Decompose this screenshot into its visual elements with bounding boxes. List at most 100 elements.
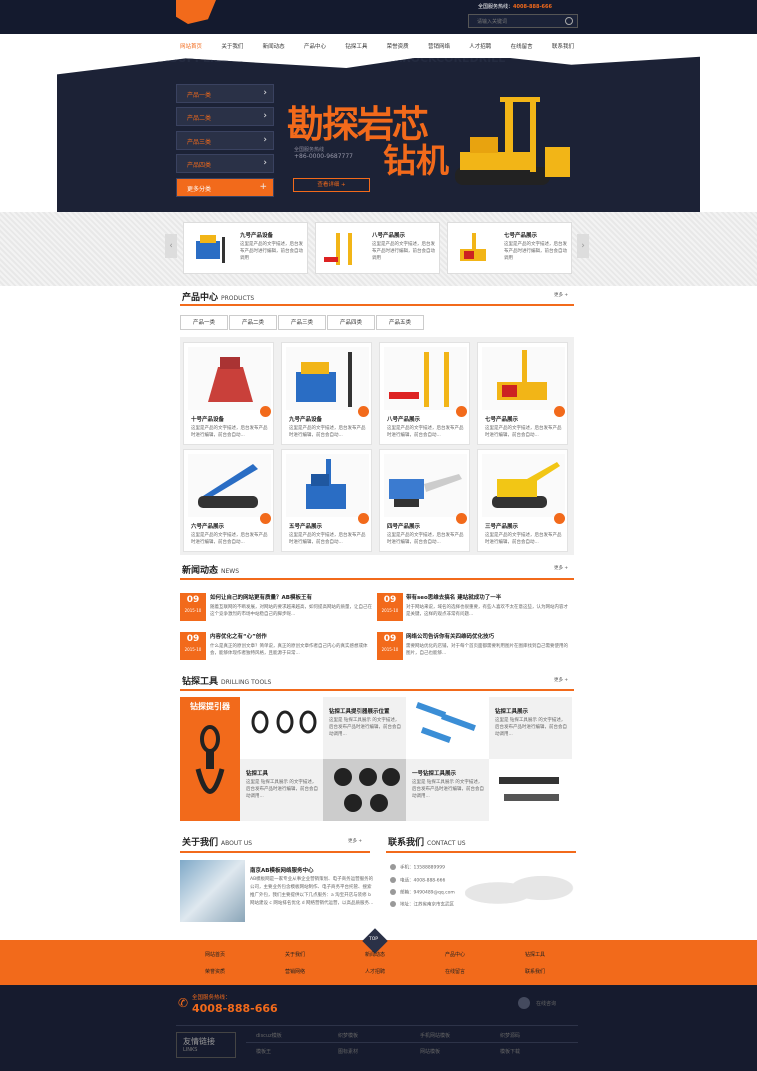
slider-card[interactable]: 八号产品展示 这里是产品的文字描述，后台发布产品时进行编辑，前台会自动调用 [315,222,440,274]
nav-item[interactable]: 钻探工具 [345,42,367,50]
tool-card[interactable]: 一号钻探工具展示 这里是 钻探工具展示 的文字描述，后台发布产品时进行编辑，前台… [406,759,489,821]
footer-nav-item[interactable]: 新闻动态 [336,951,414,958]
search-icon[interactable] [565,17,573,25]
tool-image [406,697,489,759]
news-item-title[interactable]: 内容优化之有“心”创作 [210,632,267,640]
category-item[interactable]: 产品四类 › [176,154,274,173]
slider-card[interactable]: 七号产品展示 这里是产品的文字描述，后台发布产品时进行编辑，前台会自动调用 [447,222,572,274]
slider-card-title: 九号产品设备 [240,233,274,239]
product-tab[interactable]: 产品四类 [327,315,375,330]
footer-nav-item[interactable]: 钻探工具 [496,951,574,958]
nav-item[interactable]: 网站首页 [180,42,202,50]
nav-item[interactable]: 产品中心 [304,42,326,50]
product-card[interactable]: 五号产品展示 这里是产品的文字描述，后台发布产品时进行编辑，前台会自动... [281,449,372,552]
category-label: 产品二类 [187,115,212,122]
tool-desc: 这里是 钻探工具展示 的文字描述，后台发布产品时进行编辑，前台会自动调用... [495,718,567,737]
zoom-icon[interactable] [358,406,369,417]
footer-nav-item[interactable]: 荣誉资质 [176,968,254,975]
zoom-icon[interactable] [358,513,369,524]
footer-nav-item[interactable]: 关于我们 [256,951,334,958]
zoom-icon[interactable] [260,513,271,524]
tool-feature-card[interactable]: 钻探提引器 [180,697,240,821]
products-title: 产品中心 [182,293,219,303]
product-card[interactable]: 九号产品设备 这里是产品的文字描述，后台发布产品时进行编辑，前台会自动... [281,342,372,445]
news-more-link[interactable]: 更多 + [554,565,568,571]
footer-nav-item[interactable]: 营销网络 [256,968,334,975]
friend-link[interactable]: 手机网站模板 [420,1032,450,1039]
news-item-title[interactable]: 带有seo思维去搞名 建站就成功了一半 [406,593,501,601]
chevron-right-icon: › [263,158,267,168]
tools-more-link[interactable]: 更多 + [554,677,568,683]
slider-next-button[interactable]: › [577,234,589,258]
friend-link[interactable]: 模板王 [256,1048,271,1055]
news-date-badge: 09 2015-10 [180,593,206,621]
zoom-icon[interactable] [456,406,467,417]
nav-item[interactable]: 联系我们 [552,42,574,50]
more-categories-button[interactable]: 更多分类 + [176,178,274,197]
product-tab[interactable]: 产品二类 [229,315,277,330]
contact-mobile: 手机：13588889999 [390,864,445,871]
about-more-link[interactable]: 更多 + [348,838,362,844]
product-card[interactable]: 六号产品展示 这里是产品的文字描述，后台发布产品时进行编辑，前台会自动... [183,449,274,552]
online-chat-link[interactable]: 在线咨询 [536,1000,556,1007]
main-nav: 网站首页 关于我们 新闻动态 产品中心 钻探工具 荣誉资质 营销网络 人才招聘 … [176,34,578,58]
search-input[interactable]: 请输入关键词 [477,18,507,25]
product-desc: 这里是产品的文字描述，后台发布产品时进行编辑，前台会自动... [485,533,562,545]
product-tab[interactable]: 产品一类 [180,315,228,330]
online-chat-icon[interactable] [518,997,530,1009]
friend-link[interactable]: discuz模板 [256,1032,282,1039]
nav-item[interactable]: 在线留言 [511,42,533,50]
slider-card[interactable]: 九号产品设备 这里是产品的文字描述，后台发布产品时进行编辑，前台会自动调用 [183,222,308,274]
friend-link[interactable]: 织梦模板 [338,1032,358,1039]
footer-nav-item[interactable]: 联系我们 [496,968,574,975]
news-item-title[interactable]: 网络公司告诉你有关四维码优化技巧 [406,632,494,640]
tool-card[interactable]: 钻探工具 这里是 钻探工具展示 的文字描述，后台发布产品时进行编辑，前台会自动调… [240,759,323,821]
banner-detail-button[interactable]: 查看详细 + [293,178,370,192]
zoom-icon[interactable] [554,406,565,417]
tool-card[interactable]: 钻探工具展示 这里是 钻探工具展示 的文字描述，后台发布产品时进行编辑，前台会自… [489,697,572,759]
footer-nav-item[interactable]: 产品中心 [416,951,494,958]
product-card[interactable]: 三号产品展示 这里是产品的文字描述，后台发布产品时进行编辑，前台会自动... [477,449,568,552]
nav-item[interactable]: 新闻动态 [263,42,285,50]
product-card[interactable]: 七号产品展示 这里是产品的文字描述，后台发布产品时进行编辑，前台会自动... [477,342,568,445]
product-tab[interactable]: 产品五类 [376,315,424,330]
category-item[interactable]: 产品一类 › [176,84,274,103]
category-item[interactable]: 产品三类 › [176,131,274,150]
friend-link[interactable]: 模板下载 [500,1048,520,1055]
product-tab[interactable]: 产品三类 [278,315,326,330]
product-desc: 这里是产品的文字描述，后台发布产品时进行编辑，前台会自动... [387,426,464,438]
footer-nav-item[interactable]: 人才招聘 [336,968,414,975]
nav-item[interactable]: 关于我们 [221,42,243,50]
product-card[interactable]: 八号产品展示 这里是产品的文字描述，后台发布产品时进行编辑，前台会自动... [379,342,470,445]
hotline-label: 全国服务热线： [478,4,514,10]
tool-card[interactable]: 钻探工具提引器展示位置 这里是 钻探工具展示 的文字描述，后台发布产品时进行编辑… [323,697,406,759]
zoom-icon[interactable] [260,406,271,417]
product-card[interactable]: 四号产品展示 这里是产品的文字描述，后台发布产品时进行编辑，前台会自动... [379,449,470,552]
product-desc: 这里是产品的文字描述，后台发布产品时进行编辑，前台会自动... [485,426,562,438]
friend-link[interactable]: 网站模板 [420,1048,440,1055]
zoom-icon[interactable] [456,513,467,524]
back-to-top-label[interactable]: TOP [369,937,378,942]
friend-link[interactable]: 织梦源码 [500,1032,520,1039]
friend-link[interactable]: 图标素材 [338,1048,358,1055]
tool-title: 一号钻探工具展示 [412,771,457,777]
hook-tool-image [195,725,225,794]
news-item-desc: 什么是真正的原创文章？简单说，真正的原创文章作者自己内心的真实感想或体会，能够体… [210,644,368,656]
search-box[interactable]: 请输入关键词 [468,14,578,28]
chevron-right-icon: › [263,135,267,145]
footer-nav-item[interactable]: 网站首页 [176,951,254,958]
zoom-icon[interactable] [554,513,565,524]
product-card[interactable]: 十号产品设备 这里是产品的文字描述，后台发布产品时进行编辑，前台会自动... [183,342,274,445]
news-item-title[interactable]: 如何让自己的网站更有质量？AB模板王有 [210,593,312,601]
product-title: 四号产品展示 [387,524,421,530]
category-item[interactable]: 产品二类 › [176,107,274,126]
news-date-badge: 09 2015-10 [377,593,403,621]
hotline-number: 4008-888-666 [513,4,552,10]
tools-title: 钻探工具 [182,677,219,687]
nav-item[interactable]: 人才招聘 [469,42,491,50]
nav-item[interactable]: 荣誉资质 [387,42,409,50]
slider-prev-button[interactable]: ‹ [165,234,177,258]
products-more-link[interactable]: 更多 + [554,292,568,298]
footer-nav-item[interactable]: 在线留言 [416,968,494,975]
nav-item[interactable]: 营销网络 [428,42,450,50]
